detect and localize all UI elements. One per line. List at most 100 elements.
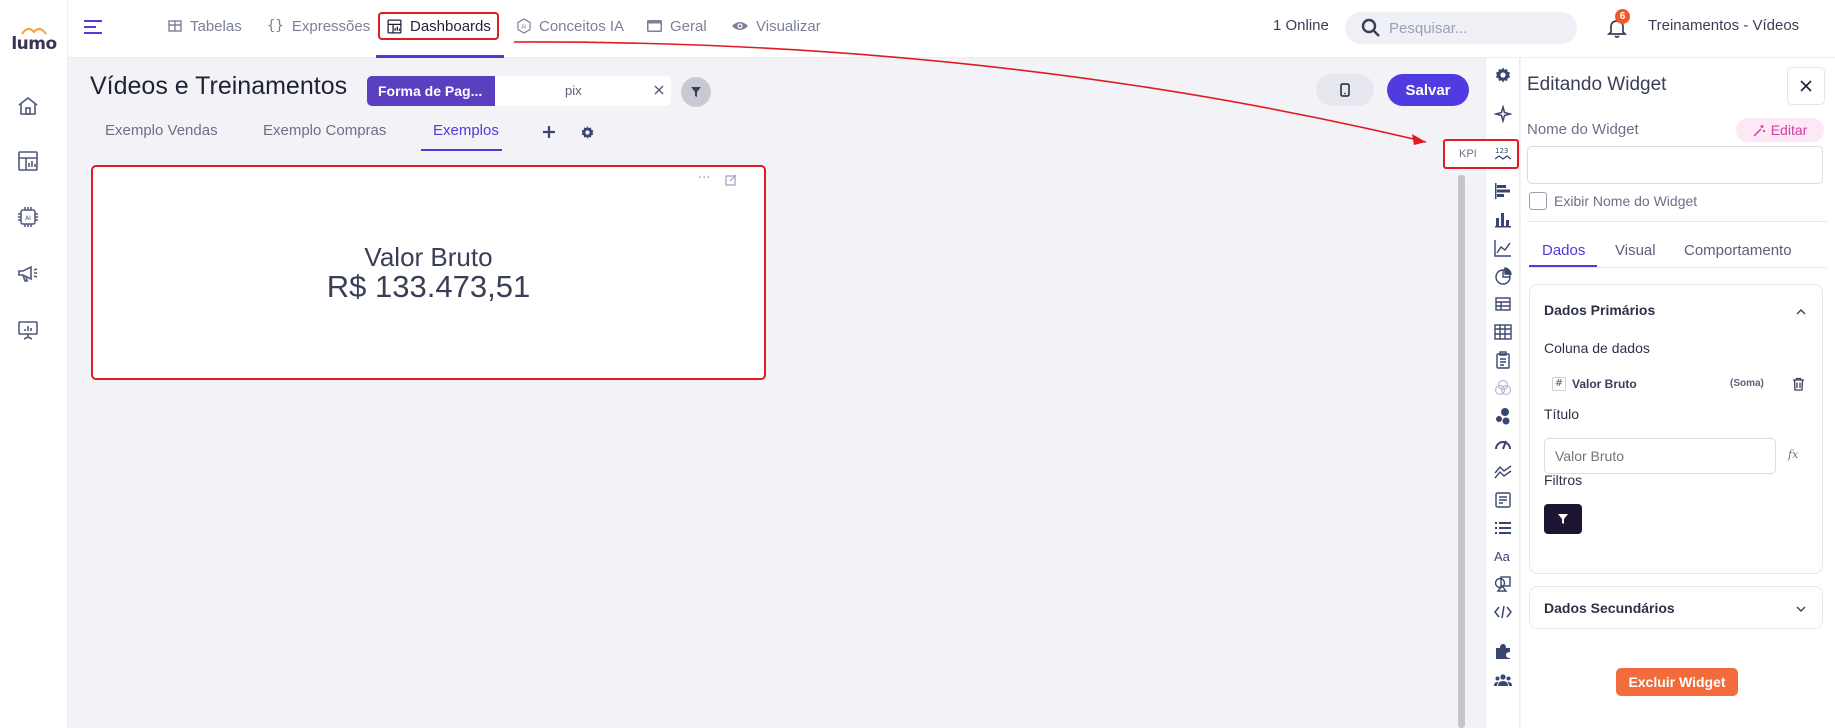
bubble-chart-icon[interactable] <box>1494 407 1512 425</box>
chevron-up-icon[interactable] <box>1794 305 1808 319</box>
code-icon[interactable] <box>1494 603 1512 621</box>
tab-exemplos[interactable]: Exemplos <box>433 122 499 139</box>
edit-icon[interactable] <box>725 174 737 186</box>
close-panel-button[interactable] <box>1787 67 1825 105</box>
widget-name-input[interactable] <box>1527 146 1823 184</box>
settings-gear-icon[interactable] <box>1494 66 1512 84</box>
nav-visualizar[interactable]: Visualizar <box>731 13 821 39</box>
bar-horizontal-icon[interactable] <box>1494 182 1512 200</box>
nav-label: Conceitos IA <box>539 17 625 35</box>
page-title: Vídeos e Treinamentos <box>90 72 348 100</box>
filter-chip-label[interactable]: Forma de Pag... <box>367 76 495 106</box>
shapes-icon[interactable] <box>1494 575 1512 593</box>
tab-dados[interactable]: Dados <box>1542 242 1585 259</box>
left-sidebar: lumo AI <box>0 0 68 728</box>
nav-label: Tabelas <box>190 17 242 35</box>
tab-exemplo-compras[interactable]: Exemplo Compras <box>263 122 386 139</box>
chevron-down-icon[interactable] <box>1794 602 1808 616</box>
nav-label: Geral <box>670 17 707 35</box>
nav-conceitos-ia[interactable]: AI Conceitos IA <box>516 13 624 39</box>
workspace-name[interactable]: Treinamentos - Vídeos <box>1648 17 1799 34</box>
top-bar: Tabelas {} Expressões Dashboards AI Conc… <box>68 0 1835 58</box>
eye-icon <box>732 22 748 30</box>
formula-icon[interactable]: fx <box>1788 448 1798 461</box>
line-chart-icon[interactable] <box>1494 239 1512 257</box>
filter-button[interactable] <box>681 77 711 107</box>
svg-text:AI: AI <box>25 215 31 222</box>
mobile-icon <box>1340 83 1350 97</box>
widget-name-label: Nome do Widget <box>1527 121 1639 138</box>
nav-label: Expressões <box>291 17 371 35</box>
dashboard-icon[interactable] <box>16 149 40 173</box>
lumo-logo[interactable]: lumo <box>6 24 62 54</box>
logo-text: lumo <box>11 34 57 54</box>
tab-visual[interactable]: Visual <box>1615 242 1656 259</box>
pivot-table-icon[interactable] <box>1494 323 1512 341</box>
more-icon[interactable]: ··· <box>698 171 710 186</box>
puzzle-icon[interactable] <box>1494 642 1512 660</box>
kpi-label: KPI <box>1459 148 1477 160</box>
list-icon[interactable] <box>1494 519 1512 537</box>
ai-edit-button[interactable]: Editar <box>1736 118 1824 142</box>
funnel-icon <box>1558 514 1568 524</box>
online-count: 1 Online <box>1273 17 1329 34</box>
filters-label: Filtros <box>1544 472 1583 488</box>
divider <box>1527 221 1827 222</box>
editar-label: Editar <box>1770 122 1808 138</box>
nav-dashboards[interactable]: Dashboards <box>378 12 499 40</box>
table-icon <box>168 20 182 32</box>
gauge-icon[interactable] <box>1494 435 1512 453</box>
home-icon[interactable] <box>16 94 40 118</box>
ai-chip-icon[interactable]: AI <box>16 205 40 229</box>
dashboard-icon <box>387 18 402 34</box>
mobile-view-button[interactable] <box>1316 74 1374 106</box>
pie-chart-icon[interactable] <box>1494 267 1512 285</box>
venn-icon[interactable] <box>1494 379 1512 397</box>
primary-data-title[interactable]: Dados Primários <box>1544 302 1655 318</box>
widget-title-input[interactable] <box>1544 438 1776 474</box>
card-icon[interactable] <box>1494 491 1512 509</box>
megaphone-icon[interactable] <box>16 261 40 285</box>
sparkle-icon[interactable] <box>1494 105 1512 123</box>
svg-text:123: 123 <box>1495 147 1508 155</box>
save-button[interactable]: Salvar <box>1387 74 1469 106</box>
presentation-icon[interactable] <box>16 318 40 342</box>
tab-comportamento[interactable]: Comportamento <box>1684 242 1792 259</box>
delete-widget-button[interactable]: Excluir Widget <box>1616 668 1738 696</box>
table-icon[interactable] <box>1494 295 1512 313</box>
number-type-icon: # <box>1552 377 1566 391</box>
filter-chip-value[interactable]: pix <box>495 76 671 106</box>
tab-active-indicator <box>421 149 502 151</box>
close-icon[interactable] <box>652 83 666 97</box>
tab-settings-icon[interactable] <box>580 125 595 140</box>
trash-icon[interactable] <box>1792 377 1805 391</box>
tab-active-indicator <box>1529 265 1597 267</box>
users-icon[interactable] <box>1494 671 1512 689</box>
aggregation-label[interactable]: (Soma) <box>1730 378 1764 389</box>
close-icon <box>1800 80 1812 92</box>
braces-icon: {} <box>267 18 284 34</box>
kpi-widget[interactable]: ··· Valor Bruto R$ 133.473,51 <box>91 165 766 380</box>
data-column-row[interactable]: # Valor Bruto (Soma) <box>1552 375 1810 395</box>
show-name-checkbox[interactable] <box>1529 192 1547 210</box>
widget-editor-panel: Editando Widget Nome do Widget Editar Ex… <box>1521 58 1835 728</box>
tab-exemplo-vendas[interactable]: Exemplo Vendas <box>105 122 218 139</box>
nav-expressoes[interactable]: {} Expressões <box>267 13 370 39</box>
kpi-value: R$ 133.473,51 <box>326 269 531 304</box>
data-column-name: Valor Bruto <box>1572 377 1637 391</box>
text-icon[interactable]: Aa <box>1494 547 1512 565</box>
funnel-icon <box>691 87 701 97</box>
nav-tabelas[interactable]: Tabelas <box>167 13 242 39</box>
bar-chart-icon[interactable] <box>1494 210 1512 228</box>
secondary-data-section[interactable]: Dados Secundários <box>1529 586 1823 629</box>
canvas-scrollbar[interactable] <box>1458 175 1465 728</box>
nav-geral[interactable]: Geral <box>646 13 707 39</box>
add-tab-icon[interactable] <box>541 124 557 140</box>
area-chart-icon[interactable] <box>1494 463 1512 481</box>
clipboard-icon[interactable] <box>1494 351 1512 369</box>
nav-label: Dashboards <box>410 17 491 35</box>
add-filter-button[interactable] <box>1544 504 1582 534</box>
nav-label: Visualizar <box>756 17 821 35</box>
menu-toggle-icon[interactable] <box>82 16 104 38</box>
kpi-widget-type[interactable]: KPI 123 <box>1443 139 1519 169</box>
